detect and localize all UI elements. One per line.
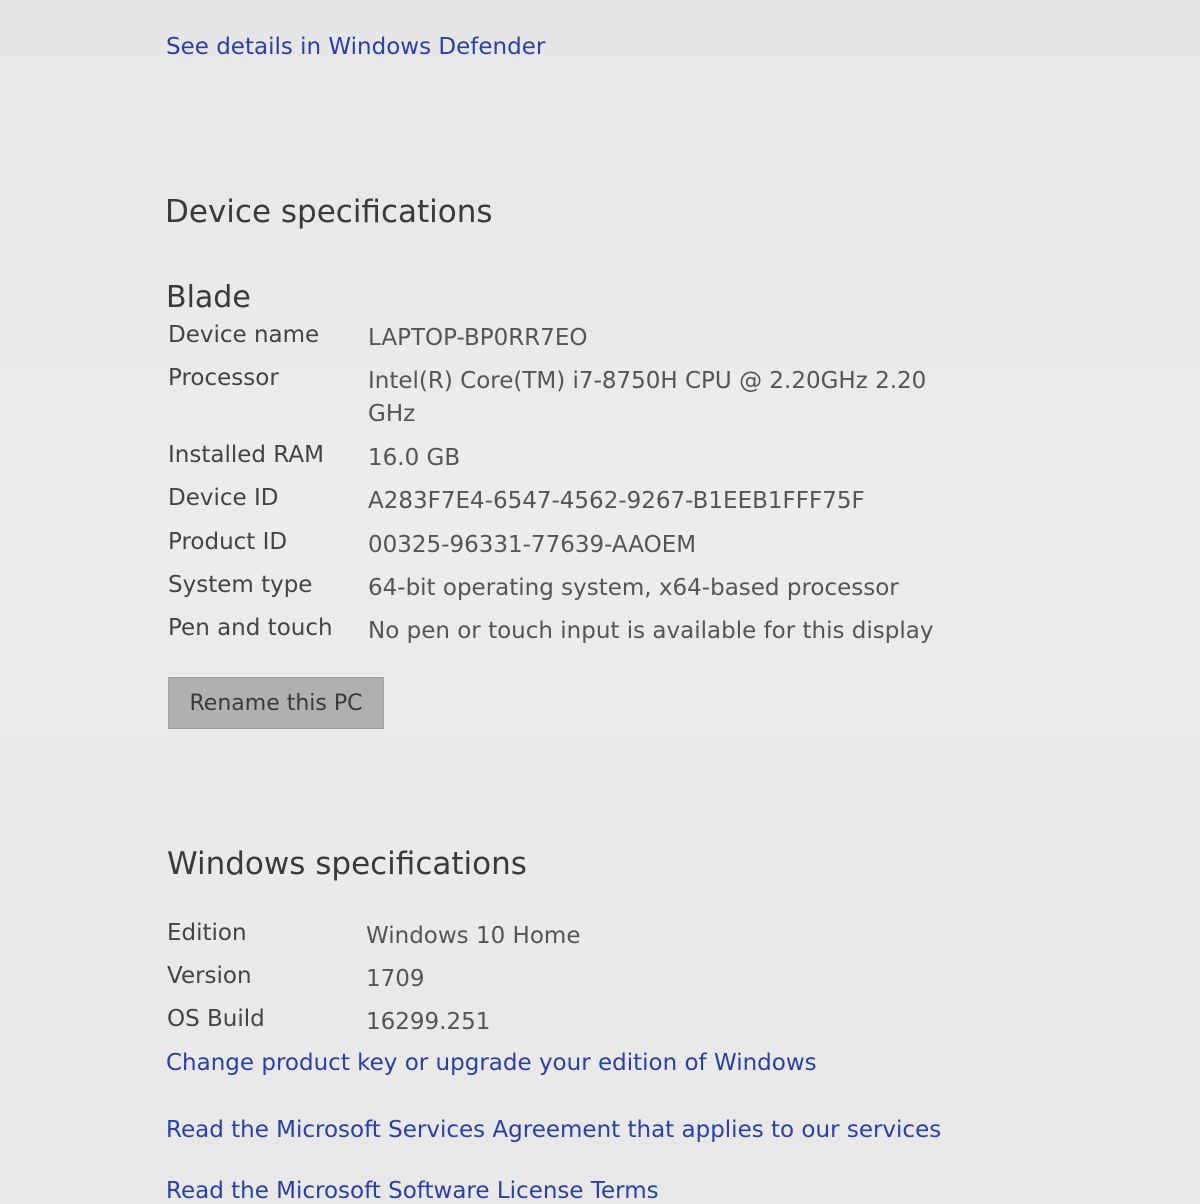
spec-label: Edition	[167, 920, 247, 946]
settings-about-page: See details in Windows Defender Device s…	[0, 0, 1200, 1204]
windows-specifications-title: Windows specifications	[167, 846, 527, 882]
device-model-heading: Blade	[166, 280, 251, 315]
spec-value: Windows 10 Home	[366, 923, 581, 949]
spec-value: A283F7E4-6547-4562-9267-B1EEB1FFF75F	[368, 488, 865, 514]
services-agreement-link[interactable]: Read the Microsoft Services Agreement th…	[166, 1117, 941, 1143]
spec-value: 1709	[366, 966, 425, 992]
spec-label: Product ID	[168, 529, 288, 555]
spec-label: Device name	[168, 322, 320, 348]
license-terms-link[interactable]: Read the Microsoft Software License Term…	[166, 1178, 659, 1204]
spec-label: Version	[167, 963, 252, 989]
spec-label: Processor	[168, 365, 279, 391]
spec-value: No pen or touch input is available for t…	[368, 618, 934, 644]
spec-label: System type	[168, 572, 313, 598]
spec-label: OS Build	[167, 1006, 265, 1032]
spec-value: 64-bit operating system, x64-based proce…	[368, 575, 899, 601]
device-specifications-title: Device specifications	[165, 194, 493, 230]
spec-label: Pen and touch	[168, 615, 333, 641]
spec-label: Device ID	[168, 485, 279, 511]
spec-value: 00325-96331-77639-AAOEM	[368, 532, 697, 558]
change-product-key-link[interactable]: Change product key or upgrade your editi…	[166, 1050, 817, 1076]
rename-pc-button[interactable]: Rename this PC	[168, 677, 384, 729]
spec-value: 16.0 GB	[368, 445, 461, 471]
spec-value: LAPTOP-BP0RR7EO	[368, 325, 588, 351]
spec-value: 16299.251	[366, 1009, 491, 1035]
spec-label: Installed RAM	[168, 442, 324, 468]
windows-defender-link[interactable]: See details in Windows Defender	[166, 34, 545, 60]
spec-value: Intel(R) Core(TM) i7-8750H CPU @ 2.20GHz…	[368, 368, 927, 427]
